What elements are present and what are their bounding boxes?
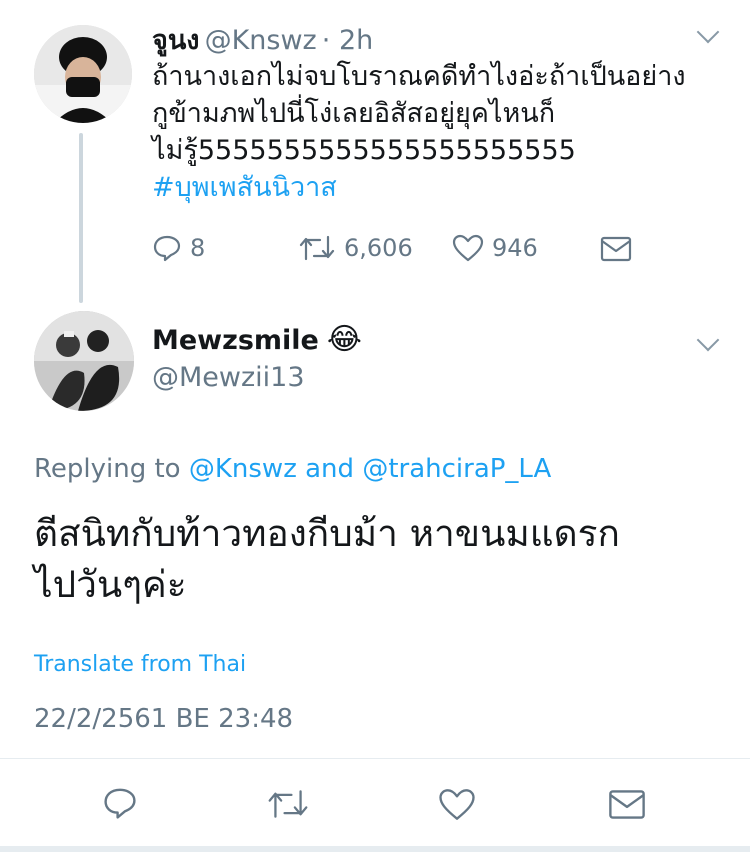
- thread-line: [79, 133, 83, 303]
- retweet-button[interactable]: [266, 788, 310, 820]
- laughing-emoji-icon: 😂: [326, 322, 362, 357]
- heart-icon: [452, 234, 484, 262]
- reply-button[interactable]: [102, 786, 138, 820]
- divider: [0, 846, 750, 852]
- parent-chevron-down-icon[interactable]: [696, 20, 720, 44]
- parent-reply-count: 8: [190, 234, 206, 262]
- like-button[interactable]: [438, 788, 476, 821]
- reply-icon: [153, 235, 181, 262]
- parent-avatar[interactable]: [34, 25, 132, 123]
- reply-text-line: ตีสนิทกับท้าวทองกีบม้า หาขนมแดรก: [34, 512, 620, 555]
- envelope-icon: [609, 790, 645, 819]
- reply-text-line: ไปวันๆค่ะ: [34, 563, 187, 606]
- message-button[interactable]: [608, 789, 646, 820]
- parent-like-count: 946: [492, 234, 538, 262]
- envelope-icon: [600, 236, 632, 262]
- mention-link[interactable]: @Knswz: [189, 454, 297, 484]
- parent-display-name[interactable]: จูนง: [152, 25, 199, 56]
- translate-link[interactable]: Translate from Thai: [34, 652, 246, 677]
- mention-joiner[interactable]: and: [305, 454, 354, 484]
- reply-author-row: Mewzsmile 😂: [152, 323, 362, 357]
- tweet-timestamp: 22/2/2561 BE 23:48: [34, 704, 294, 734]
- parent-tweet-text: ถ้านางเอกไม่จบโบราณคดีทำไงอ่ะถ้าเป็นอย่า…: [152, 58, 732, 206]
- reply-chevron-down-icon[interactable]: [696, 328, 720, 352]
- parent-hashtag-link[interactable]: #บุพเพสันนิวาส: [152, 169, 732, 206]
- replying-to-prefix: Replying to: [34, 454, 181, 484]
- parent-message-button[interactable]: [600, 236, 632, 262]
- reply-display-name[interactable]: Mewzsmile: [152, 325, 319, 356]
- divider: [0, 758, 750, 759]
- reply-icon: [104, 788, 136, 819]
- parent-text-line: กูข้ามภพไปนี่โง่เลยอิสัสอยู่ยุคไหนก็: [152, 98, 556, 129]
- parent-retweet-button[interactable]: 6,606: [298, 234, 413, 262]
- mention-link[interactable]: @trahciraP_LA: [362, 454, 551, 484]
- parent-like-button[interactable]: 946: [452, 234, 538, 262]
- reply-handle[interactable]: @Mewzii13: [152, 362, 305, 393]
- retweet-icon: [268, 790, 308, 818]
- parent-text-line: ถ้านางเอกไม่จบโบราณคดีทำไงอ่ะถ้าเป็นอย่า…: [152, 61, 686, 92]
- retweet-icon: [299, 235, 335, 261]
- parent-header: จูนง @Knswz · 2h: [152, 18, 373, 61]
- heart-icon: [439, 789, 475, 820]
- replying-to-line: Replying to @Knswz and @trahciraP_LA: [34, 454, 551, 484]
- reply-avatar[interactable]: [34, 311, 134, 411]
- parent-handle[interactable]: @Knswz: [205, 25, 317, 56]
- parent-text-line: ไม่รู้5555555555555555555555: [152, 135, 576, 166]
- parent-retweet-count: 6,606: [344, 234, 413, 262]
- parent-reply-button[interactable]: 8: [152, 234, 205, 262]
- reply-tweet-text: ตีสนิทกับท้าวทองกีบม้า หาขนมแดรก ไปวันๆค…: [34, 508, 724, 610]
- parent-time[interactable]: · 2h: [322, 25, 373, 56]
